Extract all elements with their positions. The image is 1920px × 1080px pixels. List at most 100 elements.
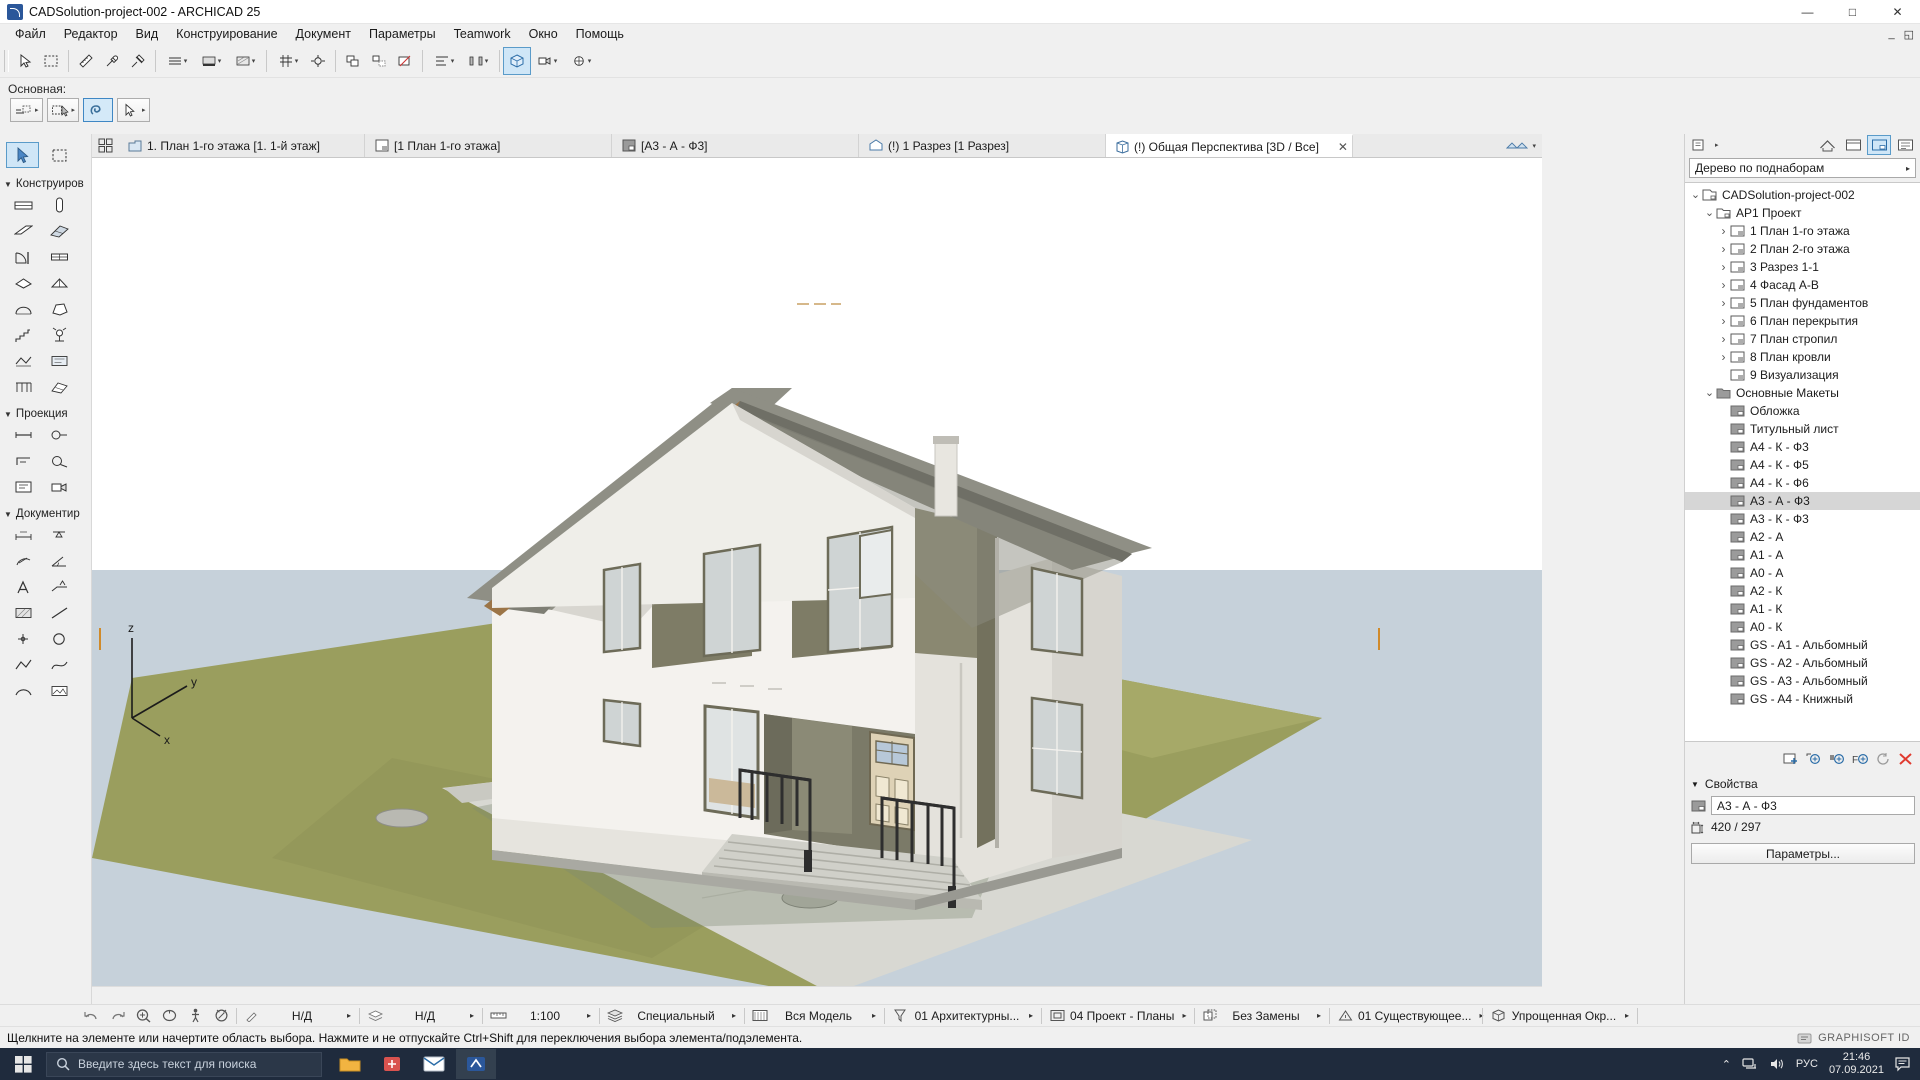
chevron-right-icon[interactable]: ›: [1717, 296, 1730, 310]
tab-close-icon[interactable]: ✕: [1324, 140, 1348, 154]
chevron-right-icon[interactable]: ›: [1717, 260, 1730, 274]
tool-hotspot[interactable]: [10, 628, 36, 650]
chevron-right-icon[interactable]: ▸: [724, 1011, 742, 1020]
tool-door[interactable]: [10, 246, 36, 268]
tool-worksheet[interactable]: [46, 450, 72, 472]
zoom-in-drawing-icon[interactable]: [1829, 752, 1845, 766]
minimize-button[interactable]: —: [1785, 0, 1830, 24]
favorites-button[interactable]: ▸: [10, 98, 43, 122]
navigator-menu-button[interactable]: [1688, 135, 1712, 155]
tab-layout-a3[interactable]: [А3 - А - Ф3]: [612, 134, 859, 157]
chevron-down-icon[interactable]: ⌄: [1703, 389, 1716, 397]
tree-item[interactable]: ›7 План стропил: [1685, 330, 1920, 348]
tree-item[interactable]: GS - A3 - Альбомный: [1685, 672, 1920, 690]
tool-text[interactable]: [10, 576, 36, 598]
tool-arrow[interactable]: [6, 142, 39, 168]
tree-item[interactable]: А2 - К: [1685, 582, 1920, 600]
fill-pattern-button[interactable]: ▾: [228, 48, 262, 74]
3d-view-button[interactable]: [504, 48, 530, 74]
tool-zone[interactable]: [46, 350, 72, 372]
tool-spline[interactable]: [46, 654, 72, 676]
volume-icon[interactable]: [1769, 1057, 1785, 1071]
toolbox-section-documentation[interactable]: ▼ Документир: [0, 504, 91, 522]
tool-detail[interactable]: [10, 476, 36, 498]
tool-interior-elevation[interactable]: [10, 450, 36, 472]
tree-item[interactable]: ›6 План перекрытия: [1685, 312, 1920, 330]
tool-marquee[interactable]: [43, 142, 76, 168]
chevron-right-icon[interactable]: ›: [1717, 242, 1730, 256]
chevron-down-icon[interactable]: ⌄: [1689, 191, 1702, 199]
close-button[interactable]: ✕: [1875, 0, 1920, 24]
explore-icon[interactable]: [208, 1006, 234, 1026]
tool-window[interactable]: [46, 246, 72, 268]
tool-radial-dimension[interactable]: [10, 550, 36, 572]
tool-polyline[interactable]: [10, 654, 36, 676]
snap-point-button[interactable]: [305, 48, 331, 74]
tree-item[interactable]: ›2 План 2-го этажа: [1685, 240, 1920, 258]
redo-icon[interactable]: [104, 1006, 130, 1026]
status-field[interactable]: Н/Д▸: [239, 1006, 357, 1026]
render-button[interactable]: ▾: [564, 48, 598, 74]
tree-item[interactable]: Титульный лист: [1685, 420, 1920, 438]
tree-item[interactable]: А0 - К: [1685, 618, 1920, 636]
chevron-right-icon[interactable]: ›: [1717, 314, 1730, 328]
chevron-right-icon[interactable]: ▸: [579, 1011, 597, 1020]
chevron-right-icon[interactable]: ▸: [1715, 141, 1719, 149]
tab-grid-button[interactable]: [92, 134, 118, 157]
windows-icon[interactable]: [0, 1048, 46, 1080]
status-field[interactable]: 1:100▸: [485, 1006, 597, 1026]
tool-camera[interactable]: [46, 476, 72, 498]
publisher-sets-button[interactable]: [1893, 135, 1917, 155]
menu-view[interactable]: Вид: [127, 25, 168, 43]
walk-icon[interactable]: [182, 1006, 208, 1026]
find-zoom-icon[interactable]: F: [1852, 752, 1869, 766]
tree-item[interactable]: А3 - К - Ф3: [1685, 510, 1920, 528]
chevron-right-icon[interactable]: ▸: [1021, 1011, 1039, 1020]
menu-document[interactable]: Документ: [287, 25, 360, 43]
status-field[interactable]: Упрощенная Окр...▸: [1485, 1006, 1635, 1026]
tree-item[interactable]: ›3 Разрез 1-1: [1685, 258, 1920, 276]
layout-name-field[interactable]: А3 - А - Ф3: [1711, 796, 1915, 815]
marquee-tool-button[interactable]: [38, 48, 64, 74]
selection-settings-button[interactable]: ▸: [47, 98, 80, 122]
canvas-horizontal-scrollbar[interactable]: [92, 986, 1542, 1004]
toolbox-section-design[interactable]: ▼ Конструиров: [0, 174, 91, 192]
tab-view-mode-icon[interactable]: [1506, 139, 1528, 153]
undo-icon[interactable]: [78, 1006, 104, 1026]
chevron-down-icon[interactable]: ⌄: [1703, 209, 1716, 217]
tree-item[interactable]: ›4 Фасад А-В: [1685, 276, 1920, 294]
tool-dimension[interactable]: [10, 524, 36, 546]
zoom-in-layout-icon[interactable]: [1806, 752, 1822, 766]
explorer-icon[interactable]: [330, 1049, 370, 1079]
tool-stair[interactable]: [10, 324, 36, 346]
language-indicator[interactable]: РУС: [1796, 1058, 1818, 1070]
group-button[interactable]: [340, 48, 366, 74]
tool-section[interactable]: [10, 424, 36, 446]
chevron-down-icon[interactable]: ▾: [1532, 142, 1536, 150]
arrow-mode-button[interactable]: ▸: [117, 98, 150, 122]
status-field[interactable]: 01 Архитектурны...▸: [887, 1006, 1039, 1026]
tool-beam[interactable]: [10, 220, 36, 242]
chevron-right-icon[interactable]: ›: [1717, 332, 1730, 346]
network-icon[interactable]: [1742, 1057, 1758, 1071]
chevron-right-icon[interactable]: ▸: [462, 1011, 480, 1020]
tool-roof[interactable]: [46, 272, 72, 294]
menu-design[interactable]: Конструирование: [167, 25, 286, 43]
delete-icon[interactable]: [1898, 752, 1913, 766]
tool-arc[interactable]: [10, 680, 36, 702]
tree-item[interactable]: А3 - А - Ф3: [1685, 492, 1920, 510]
maximize-button[interactable]: □: [1830, 0, 1875, 24]
tree-item[interactable]: А4 - К - Ф3: [1685, 438, 1920, 456]
tool-label[interactable]: [46, 576, 72, 598]
project-map-button[interactable]: [1815, 135, 1839, 155]
tree-item[interactable]: 9 Визуализация: [1685, 366, 1920, 384]
menu-help[interactable]: Помощь: [567, 25, 633, 43]
chevron-right-icon[interactable]: ▸: [1617, 1011, 1635, 1020]
tool-column[interactable]: [46, 194, 72, 216]
pen-color-button[interactable]: ▾: [194, 48, 228, 74]
status-field[interactable]: Без Замены▸: [1197, 1006, 1327, 1026]
tree-item[interactable]: GS - A2 - Альбомный: [1685, 654, 1920, 672]
tree-item[interactable]: А1 - К: [1685, 600, 1920, 618]
search-input[interactable]: Введите здесь текст для поиска: [46, 1052, 322, 1077]
mail-icon[interactable]: [414, 1049, 454, 1079]
